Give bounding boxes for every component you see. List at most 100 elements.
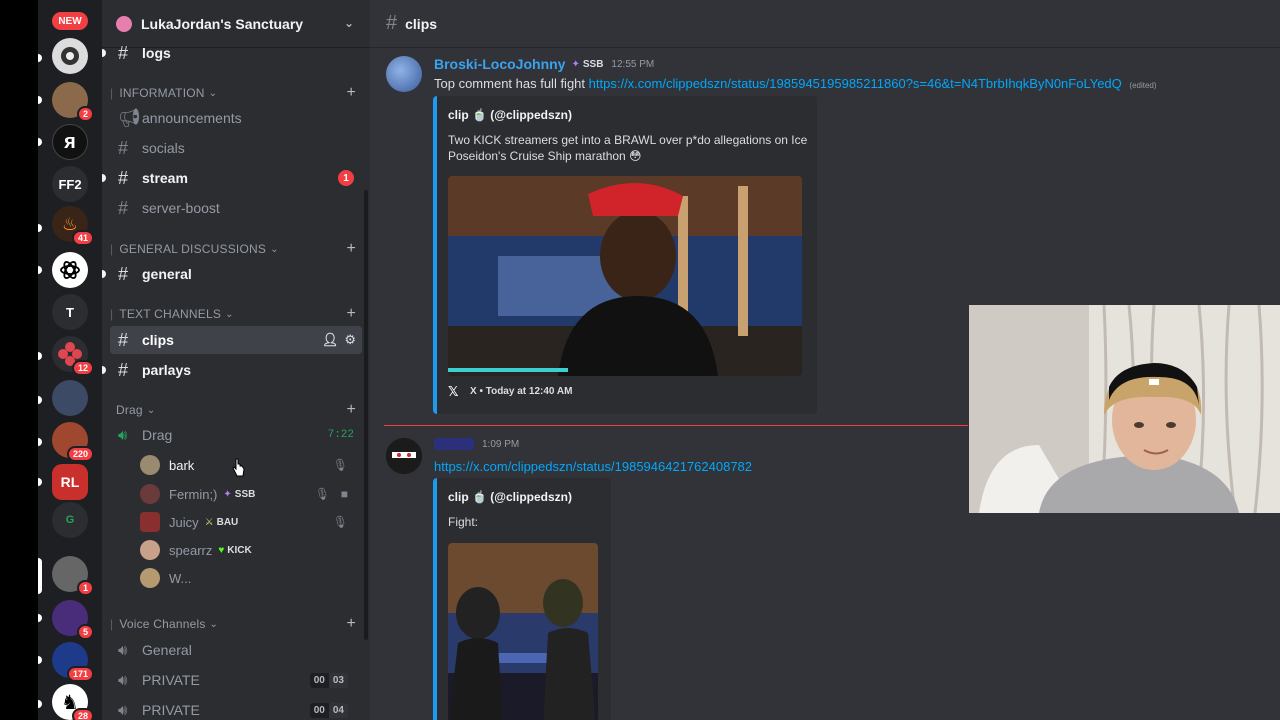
embed-author[interactable]: clip 🍵 (@clippedszn) <box>448 490 572 504</box>
server-icon[interactable]: 220 <box>52 422 94 462</box>
ssb-icon: ✦ <box>571 58 580 70</box>
voice-user[interactable]: Fermin;) ✦ SSB 🎙︎ ■ <box>140 481 364 507</box>
embed-video-thumbnail[interactable] <box>448 176 802 376</box>
unread-pill <box>38 614 42 622</box>
avatar <box>140 512 160 532</box>
voice-user[interactable]: bark 🎙︎ <box>140 452 364 478</box>
edited-label: (edited) <box>1129 81 1157 90</box>
channel-stream[interactable]: # stream 1 <box>102 164 362 192</box>
server-icon[interactable]: RL <box>52 464 88 500</box>
voice-channel-general[interactable]: 🔊︎ General <box>110 636 362 664</box>
role-tag: ♥ KICK <box>218 544 252 556</box>
category-text-channels[interactable]: | TEXT CHANNELS ⌄ + <box>110 304 362 324</box>
server-icon[interactable]: 1 <box>52 556 94 596</box>
add-channel-icon[interactable]: + <box>346 84 356 102</box>
voice-channel-private[interactable]: 🔊︎ PRIVATE 00 04 <box>110 696 362 720</box>
unread-pill <box>38 438 42 446</box>
hash-icon: # <box>118 359 129 380</box>
chevron-down-icon: ⌄ <box>208 87 218 99</box>
rl-logo-icon: RL <box>60 474 80 490</box>
category-general-discussions[interactable]: | GENERAL DISCUSSIONS ⌄ + <box>110 239 362 259</box>
author-name[interactable] <box>434 438 474 450</box>
hash-icon: # <box>118 263 129 284</box>
hash-icon: # <box>386 12 398 34</box>
message-link[interactable]: https://x.com/clippedszn/status/19859451… <box>589 76 1122 91</box>
unread-indicator <box>102 366 106 374</box>
add-channel-icon[interactable]: + <box>346 240 356 258</box>
role-tag: ✦ SSB <box>571 58 604 70</box>
embed-author[interactable]: clip 🍵 (@clippedszn) <box>448 108 572 122</box>
server-icon[interactable]: 12 <box>52 336 94 376</box>
voice-user[interactable]: W... <box>140 565 364 591</box>
server-icon[interactable]: 5 <box>52 600 94 640</box>
hand-cursor-icon <box>232 458 245 477</box>
server-icon[interactable]: T <box>52 294 88 330</box>
ssb-icon: ✦ <box>223 488 232 500</box>
add-channel-icon[interactable]: + <box>346 615 356 633</box>
hand-icon <box>61 47 79 65</box>
channel-general[interactable]: # general <box>102 260 362 288</box>
server-icon[interactable]: G <box>52 502 88 538</box>
hash-icon: # <box>118 137 129 158</box>
server-icon[interactable]: 171 <box>52 642 94 682</box>
voice-channel-drag[interactable]: 🔊︎ Drag 7:22 <box>110 421 362 449</box>
x-logo-icon: 𝕏 <box>448 384 459 399</box>
server-icon[interactable] <box>52 380 88 416</box>
author-name[interactable]: Broski-LocoJohnny <box>434 56 565 72</box>
server-icon[interactable]: FF2 <box>52 166 88 202</box>
gear-icon[interactable]: ⚙ <box>344 332 356 348</box>
channel-clips[interactable]: # clips 👤︎ ⚙ <box>110 326 362 354</box>
user-limit: 00 03 <box>309 672 348 688</box>
chevron-down-icon[interactable]: ⌄ <box>344 16 354 30</box>
voice-user[interactable]: spearrz ♥ KICK <box>140 537 364 563</box>
server-badge: 41 <box>71 230 94 246</box>
invite-icon[interactable]: 👤︎ <box>322 332 339 348</box>
webcam-overlay <box>969 305 1280 513</box>
server-rail: NEW 2 ᴙ FF2 ♨ 41 T 12 220 RL G 1 5 171 ♞… <box>38 0 102 720</box>
unread-pill <box>38 266 42 274</box>
speaker-icon: 🔊︎ <box>118 701 128 719</box>
category-drag[interactable]: Drag ⌄ + <box>110 400 362 420</box>
server-icon[interactable] <box>52 252 88 288</box>
avatar[interactable] <box>386 56 422 92</box>
mic-muted-icon: 🎙︎ <box>332 458 348 472</box>
voice-channel-private[interactable]: 🔊︎ PRIVATE 00 03 <box>110 666 362 694</box>
role-tag: ⚔ BAU <box>204 516 239 528</box>
sword-icon: ⚔ <box>204 516 214 528</box>
message-content: Top comment has full fight https://x.com… <box>434 76 1254 91</box>
message-header: 1:09 PM <box>434 438 519 450</box>
channel-parlays[interactable]: # parlays <box>102 356 362 384</box>
category-information[interactable]: | INFORMATION ⌄ + <box>110 83 362 103</box>
embed-footer: 𝕏 X • Today at 12:40 AM <box>448 384 573 399</box>
server-icon[interactable]: ♨ 41 <box>52 206 94 246</box>
channel-announcements[interactable]: 📢︎ announcements <box>110 104 362 132</box>
embed-video-thumbnail[interactable] <box>448 543 598 720</box>
server-icon[interactable]: ♞ 28 <box>52 684 94 720</box>
avatar[interactable] <box>386 438 422 474</box>
hash-icon: # <box>118 167 129 188</box>
sidebar-scrollbar[interactable] <box>364 190 368 640</box>
server-icon[interactable]: ᴙ <box>52 124 88 160</box>
message-header: Broski-LocoJohnny ✦ SSB 12:55 PM <box>434 56 654 72</box>
chevron-down-icon: ⌄ <box>209 618 219 630</box>
server-icon[interactable]: 2 <box>52 82 94 122</box>
video-icon: ■ <box>340 487 348 501</box>
channel-socials[interactable]: # socials <box>110 134 362 162</box>
hash-icon: # <box>118 329 129 350</box>
unread-pill <box>38 656 42 664</box>
mic-muted-icon: 🎙︎ <box>314 487 330 501</box>
channel-logs[interactable]: # logs <box>102 39 362 67</box>
channel-server-boost[interactable]: # server-boost <box>110 194 362 222</box>
megaphone-icon: 📢︎ <box>118 107 141 128</box>
timestamp: 1:09 PM <box>482 438 520 450</box>
message-link[interactable]: https://x.com/clippedszn/status/19859464… <box>434 459 752 474</box>
unread-pill <box>38 96 42 104</box>
unread-pill <box>38 352 42 360</box>
add-channel-icon[interactable]: + <box>346 401 356 419</box>
voice-user[interactable]: Juicy ⚔ BAU 🎙︎ <box>140 509 364 535</box>
server-icon[interactable] <box>52 38 88 74</box>
category-voice-channels[interactable]: | Voice Channels ⌄ + <box>110 614 362 634</box>
mic-muted-icon: 🎙︎ <box>332 515 348 529</box>
add-channel-icon[interactable]: + <box>346 305 356 323</box>
new-badge[interactable]: NEW <box>52 12 88 30</box>
